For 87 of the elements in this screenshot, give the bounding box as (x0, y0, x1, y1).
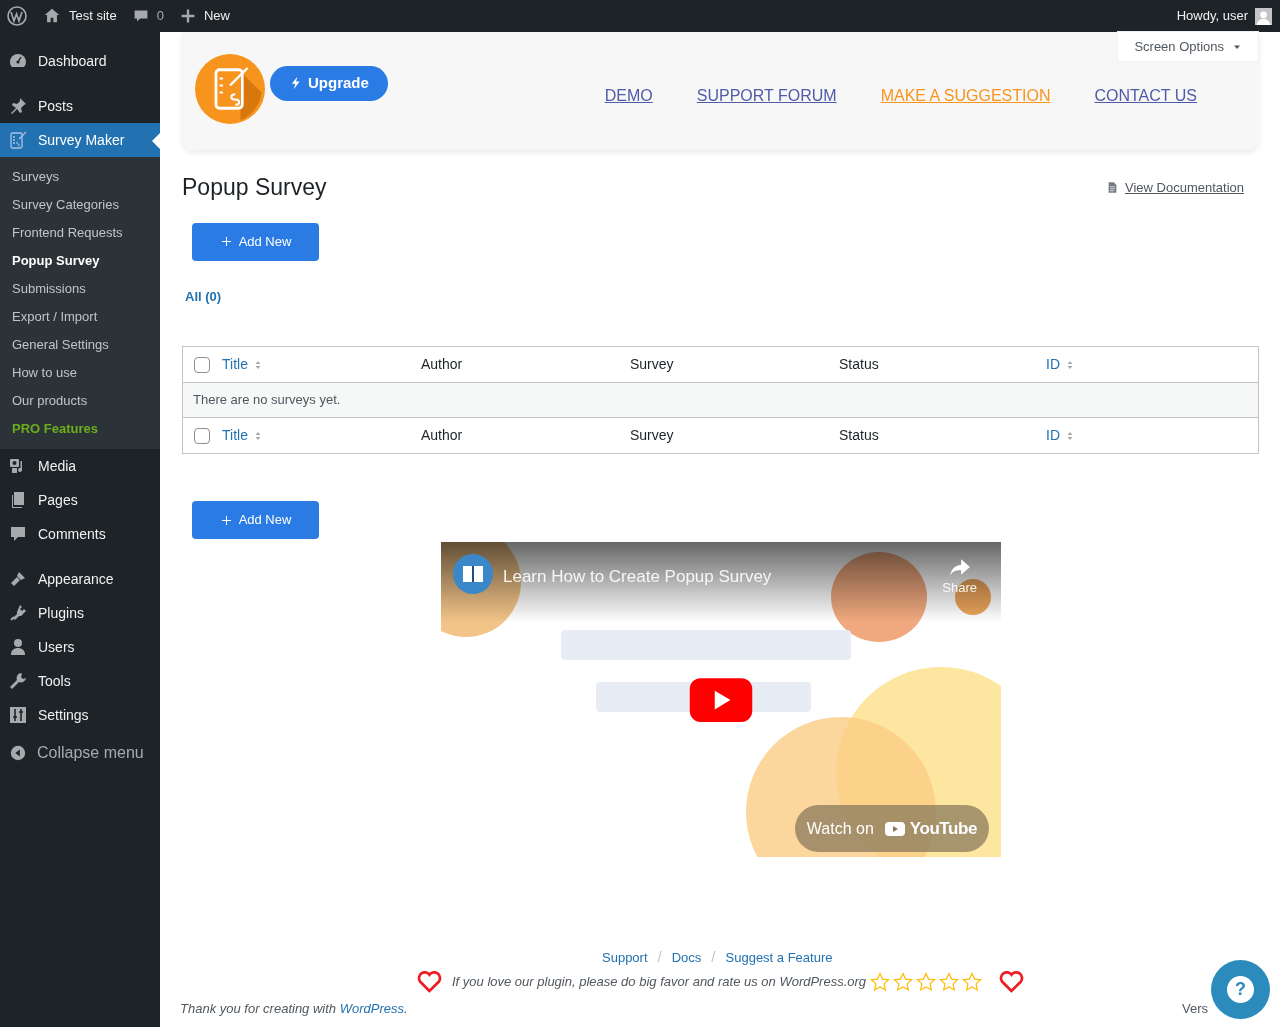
channel-avatar-icon[interactable] (453, 554, 493, 594)
sidebar-item[interactable]: Plugins (0, 596, 160, 630)
star-icon (962, 971, 983, 992)
sliders-icon (8, 705, 28, 725)
sidebar-item[interactable]: Posts (0, 89, 160, 123)
filter-link[interactable]: All (0) (185, 286, 222, 306)
empty-table-message: There are no surveys yet. (193, 391, 341, 410)
column-header: Author (421, 426, 463, 445)
submenu-item[interactable]: Our products (0, 387, 160, 415)
plug-icon (8, 603, 28, 623)
comment-icon (8, 524, 28, 544)
documentation-link[interactable]: View Documentation (1106, 177, 1244, 197)
submenu-item[interactable]: General Settings (0, 331, 160, 359)
column-header: Status (839, 426, 879, 445)
account-link[interactable]: Howdy, user (1176, 6, 1272, 26)
sidebar-item[interactable]: Media (0, 449, 160, 483)
screen-options-button[interactable]: Screen Options (1118, 32, 1258, 61)
footer-thanks-text: Thank you for creating with WordPress. (180, 1000, 408, 1018)
sidebar-item[interactable]: Survey Maker (0, 123, 160, 157)
sortable-column-header[interactable]: ID (1046, 425, 1075, 446)
survey-sheet-icon (8, 130, 28, 150)
star-rating[interactable] (870, 971, 983, 992)
column-header: Author (421, 355, 463, 374)
sortable-column-header[interactable]: ID (1046, 354, 1075, 375)
avatar-icon (1255, 7, 1272, 25)
help-button[interactable]: ? (1211, 960, 1270, 1019)
submenu-item[interactable]: Survey Categories (0, 191, 160, 219)
survey-logo-icon (195, 54, 265, 124)
column-header: Survey (630, 426, 674, 445)
submenu-item[interactable]: How to use (0, 359, 160, 387)
nav-link[interactable]: DEMO (604, 83, 653, 108)
new-link[interactable]: New (179, 6, 230, 26)
sidebar-item[interactable]: Users (0, 630, 160, 664)
submenu-item[interactable]: Surveys (0, 163, 160, 191)
sidebar-item[interactable]: Appearance (0, 562, 160, 596)
add-new-button[interactable]: Add New (192, 222, 319, 261)
sortable-column-header[interactable]: Title (222, 425, 263, 446)
sortable-column-header[interactable]: Title (222, 354, 263, 375)
upgrade-button[interactable]: Upgrade (270, 65, 388, 101)
plus-icon (219, 513, 233, 527)
sidebar-item[interactable]: Pages (0, 483, 160, 517)
submenu-item[interactable]: Popup Survey (0, 247, 160, 275)
sidebar-item[interactable]: Tools (0, 664, 160, 698)
footer-link[interactable]: Support (602, 947, 648, 967)
heart-icon (998, 968, 1026, 995)
star-icon (939, 971, 960, 992)
footer-link[interactable]: Docs (671, 947, 702, 967)
star-icon (893, 971, 914, 992)
wordpress-logo-icon[interactable] (7, 6, 27, 26)
select-all-checkbox[interactable] (194, 427, 210, 444)
star-icon (870, 971, 891, 992)
wrench-icon (8, 671, 28, 691)
rating-request-text: If you love our plugin, please do big favor and rate us on WordPress.org (452, 972, 867, 991)
page-title: Popup Survey (182, 173, 327, 202)
submenu-item[interactable]: Submissions (0, 275, 160, 303)
site-link[interactable]: Test site (43, 6, 117, 26)
document-icon (1106, 180, 1119, 194)
separator: / (711, 947, 716, 967)
version-text: Vers (1182, 1000, 1208, 1018)
wordpress-link[interactable]: WordPress (339, 1001, 404, 1016)
home-icon (43, 7, 61, 25)
nav-link[interactable]: CONTACT US (1094, 83, 1197, 108)
submenu-item[interactable]: Export / Import (0, 303, 160, 331)
separator: / (657, 947, 662, 967)
plus-icon (219, 235, 233, 248)
column-header: Status (839, 355, 879, 374)
sidebar-item[interactable]: Dashboard (0, 44, 160, 78)
star-icon (916, 971, 937, 992)
submenu-item[interactable]: Frontend Requests (0, 219, 160, 247)
footer-link[interactable]: Suggest a Feature (725, 947, 833, 967)
sidebar-item[interactable]: Comments (0, 517, 160, 551)
comments-link[interactable]: 0 (132, 6, 164, 26)
submenu-item[interactable]: PRO Features (0, 415, 160, 443)
collapse-menu-button[interactable]: Collapse menu (0, 735, 160, 771)
column-header: Survey (630, 355, 674, 374)
select-all-checkbox[interactable] (194, 356, 210, 373)
plus-icon (179, 8, 196, 24)
youtube-logo: YouTube (881, 815, 977, 842)
current-menu-pointer (152, 133, 160, 149)
sidebar-item[interactable]: Settings (0, 698, 160, 732)
heart-icon (416, 968, 443, 995)
user-icon (8, 637, 28, 657)
add-new-button[interactable]: Add New (192, 501, 319, 539)
play-button[interactable] (687, 675, 755, 725)
nav-link[interactable]: SUPPORT FORUM (696, 83, 837, 108)
comment-icon (132, 8, 149, 24)
watch-on-label: Watch on (806, 818, 874, 839)
